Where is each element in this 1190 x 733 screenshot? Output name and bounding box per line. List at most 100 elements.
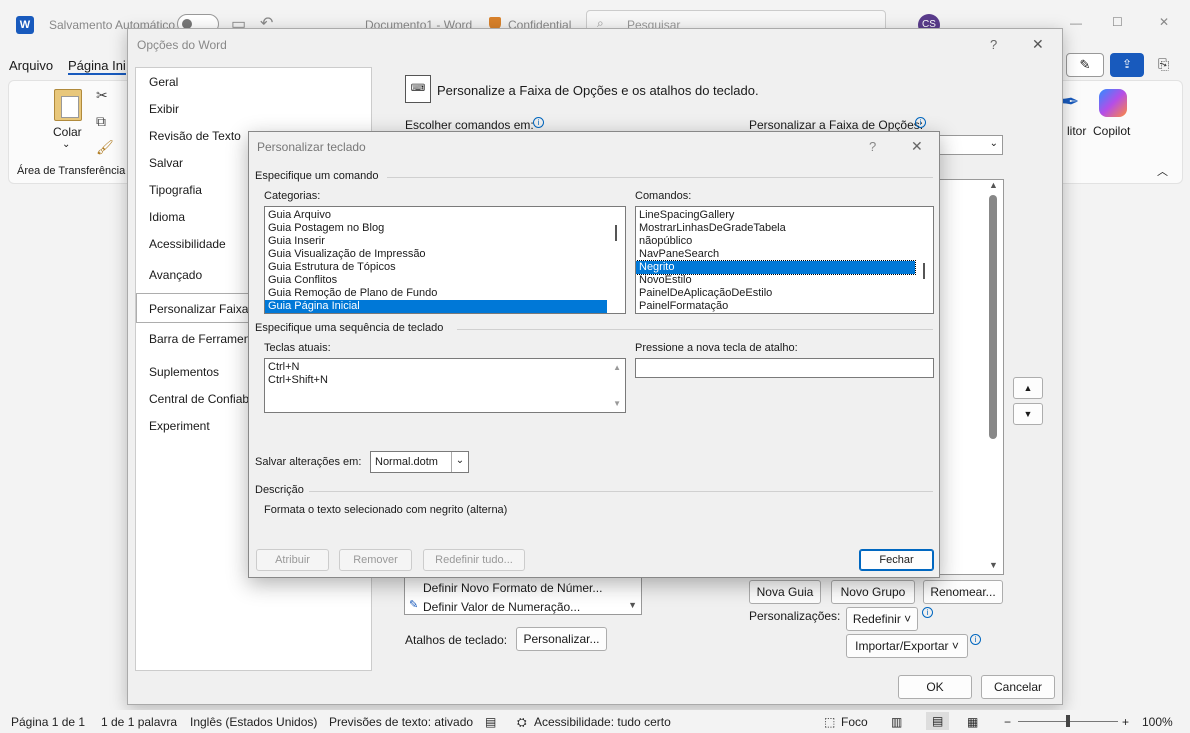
- list-item-selected[interactable]: Guia Página Inicial: [265, 300, 607, 313]
- list-item[interactable]: NavPaneSearch: [636, 248, 933, 261]
- accessibility-icon[interactable]: ⛭: [517, 715, 527, 730]
- share-button[interactable]: ⇪: [1110, 53, 1144, 77]
- nav-item-acessibilidade[interactable]: Acessibilidade: [149, 237, 226, 251]
- nav-item-experiment[interactable]: Experiment: [149, 419, 210, 433]
- options-cancel-button[interactable]: Cancelar: [981, 675, 1055, 699]
- customize-ribbon-info-icon[interactable]: i: [915, 117, 926, 128]
- list-item[interactable]: MostrarLinhasDeGradeTabela: [636, 222, 933, 235]
- track-changes-icon[interactable]: ▤: [485, 715, 496, 729]
- keyboard-help-icon[interactable]: ?: [869, 139, 876, 154]
- categories-list[interactable]: Guia Arquivo Guia Postagem no Blog Guia …: [264, 206, 626, 314]
- current-keys-list[interactable]: Ctrl+N Ctrl+Shift+N ▲ ▼: [264, 358, 626, 413]
- focus-label[interactable]: Foco: [841, 715, 868, 729]
- list-item[interactable]: Definir Novo Formato de Númer...: [423, 581, 602, 595]
- editor-icon[interactable]: ✒: [1061, 89, 1079, 115]
- reset-all-button[interactable]: Redefinir tudo...: [423, 549, 525, 571]
- tree-scroll-up-icon[interactable]: ▲: [989, 180, 998, 190]
- editing-mode-button[interactable]: ✎: [1066, 53, 1104, 77]
- choose-commands-info-icon[interactable]: i: [533, 117, 544, 128]
- collapse-ribbon-icon[interactable]: ︿: [1157, 163, 1168, 179]
- list-item[interactable]: nãopúblico: [636, 235, 933, 248]
- commands-list[interactable]: LineSpacingGallery MostrarLinhasDeGradeT…: [635, 206, 934, 314]
- web-layout-icon[interactable]: ▦: [967, 715, 978, 729]
- reset-info-icon[interactable]: i: [922, 607, 933, 618]
- list-item[interactable]: Guia Visualização de Impressão: [265, 248, 625, 261]
- scroll-down-icon[interactable]: ▼: [613, 399, 621, 408]
- read-mode-icon[interactable]: ▥: [891, 715, 902, 729]
- zoom-in-icon[interactable]: +: [1122, 715, 1129, 729]
- nav-item-revisao[interactable]: Revisão de Texto: [149, 129, 241, 143]
- nav-item-barra[interactable]: Barra de Ferrament: [149, 332, 254, 346]
- options-ok-button[interactable]: OK: [898, 675, 972, 699]
- copilot-label[interactable]: Copilot: [1093, 124, 1130, 138]
- remove-button[interactable]: Remover: [339, 549, 412, 571]
- paste-chevron-icon[interactable]: ⌄: [62, 139, 70, 150]
- word-count[interactable]: 1 de 1 palavra: [101, 715, 177, 729]
- zoom-slider-thumb[interactable]: [1066, 715, 1070, 727]
- page-count[interactable]: Página 1 de 1: [11, 715, 85, 729]
- tab-pagina-inicial[interactable]: Página Ini: [68, 58, 126, 75]
- rename-button[interactable]: Renomear...: [923, 580, 1003, 604]
- list-item[interactable]: PainelDeAplicaçãoDeEstilo: [636, 287, 933, 300]
- zoom-level[interactable]: 100%: [1142, 715, 1173, 729]
- list-item[interactable]: Guia Estrutura de Tópicos: [265, 261, 625, 274]
- minimize-icon[interactable]: —: [1070, 16, 1082, 30]
- nav-item-suplementos[interactable]: Suplementos: [149, 365, 219, 379]
- new-tab-button[interactable]: Nova Guia: [749, 580, 821, 604]
- format-painter-icon[interactable]: 🖌: [96, 139, 114, 156]
- cut-icon[interactable]: ✂: [96, 87, 108, 104]
- list-item[interactable]: LineSpacingGallery: [636, 209, 933, 222]
- language-status[interactable]: Inglês (Estados Unidos): [190, 715, 317, 729]
- move-up-button[interactable]: ▲: [1013, 377, 1043, 399]
- print-layout-icon[interactable]: ▤: [926, 712, 950, 730]
- keyboard-close-icon[interactable]: ✕: [911, 138, 923, 155]
- reset-button[interactable]: Redefinir ˅: [846, 607, 918, 631]
- list-item[interactable]: NovoEstilo: [636, 274, 933, 287]
- paste-label[interactable]: Colar: [53, 125, 82, 139]
- text-predictions-status[interactable]: Previsões de texto: ativado: [329, 715, 473, 729]
- maximize-icon[interactable]: ☐: [1112, 15, 1123, 29]
- import-export-info-icon[interactable]: i: [970, 634, 981, 645]
- save-changes-select[interactable]: Normal.dotm ⌄: [370, 451, 469, 473]
- zoom-slider[interactable]: [1018, 715, 1118, 727]
- nav-item-geral[interactable]: Geral: [149, 75, 178, 89]
- nav-item-exibir[interactable]: Exibir: [149, 102, 179, 116]
- nav-item-central[interactable]: Central de Confiabi: [149, 392, 252, 406]
- list-item[interactable]: Definir Valor de Numeração...: [423, 600, 580, 614]
- import-export-button[interactable]: Importar/Exportar ˅: [846, 634, 968, 658]
- close-button[interactable]: Fechar: [859, 549, 934, 571]
- nav-item-tipografia[interactable]: Tipografia: [149, 183, 202, 197]
- list-item[interactable]: Guia Remoção de Plano de Fundo: [265, 287, 625, 300]
- paste-icon[interactable]: [54, 89, 82, 121]
- focus-icon[interactable]: ⬚: [824, 715, 835, 729]
- list-item[interactable]: Guia Conflitos: [265, 274, 625, 287]
- list-item[interactable]: Ctrl+N: [265, 361, 625, 374]
- list-item[interactable]: Guia Postagem no Blog: [265, 222, 625, 235]
- editor-label[interactable]: litor: [1067, 124, 1086, 138]
- list-item[interactable]: PainelFormatação: [636, 300, 933, 313]
- tree-scroll-down-icon[interactable]: ▼: [989, 560, 998, 570]
- customize-keyboard-button[interactable]: Personalizar...: [516, 627, 607, 651]
- list-item[interactable]: Guia Arquivo: [265, 209, 625, 222]
- list-item-selected[interactable]: Negrito: [636, 260, 916, 275]
- options-close-icon[interactable]: ✕: [1032, 36, 1044, 53]
- copilot-icon[interactable]: [1099, 89, 1127, 117]
- comments-icon[interactable]: ⎘: [1158, 56, 1169, 73]
- scroll-up-icon[interactable]: ▲: [613, 363, 621, 372]
- commands-list-bg[interactable]: Definir Novo Formato de Númer... ✎ Defin…: [404, 577, 642, 615]
- categories-scrollbar-thumb[interactable]: [615, 225, 617, 241]
- accessibility-status[interactable]: Acessibilidade: tudo certo: [534, 715, 671, 729]
- list-item[interactable]: Ctrl+Shift+N: [265, 374, 625, 387]
- tab-arquivo[interactable]: Arquivo: [9, 58, 53, 73]
- zoom-out-icon[interactable]: −: [1004, 715, 1011, 729]
- new-group-button[interactable]: Novo Grupo: [831, 580, 915, 604]
- new-key-input[interactable]: [635, 358, 934, 378]
- nav-item-idioma[interactable]: Idioma: [149, 210, 185, 224]
- options-help-icon[interactable]: ?: [990, 37, 997, 52]
- assign-button[interactable]: Atribuir: [256, 549, 329, 571]
- commands-scrollbar-thumb[interactable]: [923, 263, 925, 279]
- scroll-down-icon[interactable]: ▼: [628, 600, 637, 610]
- ribbon-tree-scrollbar[interactable]: [989, 195, 997, 439]
- copy-icon[interactable]: ⧉: [96, 113, 106, 130]
- nav-item-avancado[interactable]: Avançado: [149, 268, 202, 282]
